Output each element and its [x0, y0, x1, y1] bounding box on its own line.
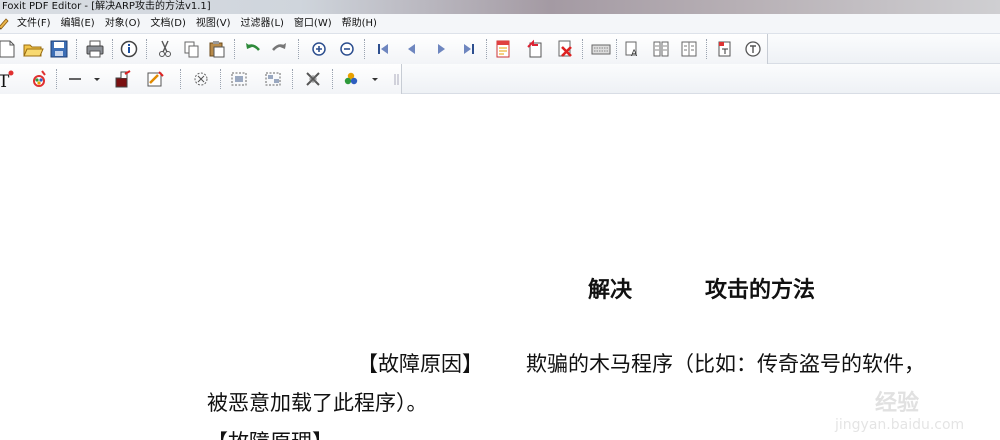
insert-page-icon[interactable] [524, 38, 546, 60]
baidu-jingyan-watermark: 经验 jingyan.baidu.com [835, 385, 1000, 440]
cut-icon[interactable] [154, 38, 176, 60]
more-icon[interactable] [392, 68, 402, 90]
toolbar-separator [112, 39, 113, 59]
paragraph-text: 欺骗的木马程序（比如：传奇盗号的软件， [526, 352, 925, 376]
paragraph-text: 被恶意加载了此程序）。 [207, 391, 428, 415]
menu-object[interactable]: 对象(O) [101, 14, 147, 34]
toolbar-separator [234, 39, 235, 59]
section-label: 【故障原理】 [207, 426, 333, 440]
toolbar-separator [706, 39, 707, 59]
undo-icon[interactable] [242, 38, 264, 60]
color-tool-icon[interactable] [28, 68, 50, 90]
save-icon[interactable] [48, 38, 70, 60]
last-page-icon[interactable] [458, 38, 480, 60]
zoom-out-icon[interactable] [336, 38, 358, 60]
menu-help[interactable]: 帮助(H) [338, 14, 383, 34]
open-folder-icon[interactable] [22, 38, 44, 60]
toolbar-separator [582, 39, 583, 59]
window-title-bar: Foxit PDF Editor - [解决ARP攻击的方法v1.1] [0, 0, 1000, 14]
document-heading-part1: 解决 [588, 278, 633, 303]
zoom-in-icon[interactable] [308, 38, 330, 60]
svg-text:T: T [0, 72, 10, 90]
toolbar-separator [76, 39, 77, 59]
edit-toolbar: T [0, 64, 1000, 94]
menu-edit[interactable]: 编辑(E) [57, 14, 101, 34]
info-icon[interactable] [118, 38, 140, 60]
shape-tool-icon[interactable] [144, 68, 166, 90]
delete-object-icon[interactable] [302, 68, 324, 90]
dropdown-arrow-icon[interactable] [368, 68, 382, 90]
ungroup-objects-icon[interactable] [262, 68, 284, 90]
select-object-icon[interactable] [190, 68, 212, 90]
menu-window[interactable]: 窗口(W) [290, 14, 338, 34]
image-tool-icon[interactable] [112, 68, 134, 90]
columns-icon[interactable] [650, 38, 672, 60]
standard-toolbar: A [0, 34, 1000, 64]
app-icon [0, 17, 9, 30]
keyboard-icon[interactable] [590, 38, 612, 60]
section-label: 【故障原因】 [357, 352, 483, 376]
document-heading-part2: 攻击的方法 [705, 278, 816, 303]
delete-page-icon[interactable] [554, 38, 576, 60]
toolbar-separator [292, 69, 293, 89]
page-properties-icon[interactable] [492, 38, 514, 60]
watermark-brand: 经验 [875, 391, 920, 416]
toolbar-separator [332, 69, 333, 89]
toolbar-separator [180, 69, 181, 89]
toolbar-separator [56, 69, 57, 89]
toolbar-separator [486, 39, 487, 59]
previous-page-icon[interactable] [400, 38, 422, 60]
redo-icon[interactable] [268, 38, 290, 60]
toolbar-separator [298, 39, 299, 59]
colorize-icon[interactable] [340, 68, 362, 90]
next-page-icon[interactable] [430, 38, 452, 60]
first-page-icon[interactable] [372, 38, 394, 60]
line-tool-icon[interactable] [64, 68, 86, 90]
toolbar-separator [616, 39, 617, 59]
svg-text:A: A [631, 49, 638, 59]
group-objects-icon[interactable] [228, 68, 250, 90]
menu-filter[interactable]: 过滤器(L) [237, 14, 290, 34]
watermark-url: jingyan.baidu.com [835, 417, 965, 433]
toolbar-separator [220, 69, 221, 89]
split-icon[interactable] [678, 38, 700, 60]
toolbar-separator [146, 39, 147, 59]
window-title: Foxit PDF Editor - [解决ARP攻击的方法v1.1] [2, 1, 211, 12]
menu-file[interactable]: 文件(F) [13, 14, 57, 34]
toolbar-separator [364, 39, 365, 59]
menu-view[interactable]: 视图(V) [192, 14, 237, 34]
menu-document[interactable]: 文档(D) [146, 14, 192, 34]
page-text-icon[interactable] [714, 38, 736, 60]
dropdown-arrow-icon[interactable] [90, 68, 104, 90]
print-icon[interactable] [84, 38, 106, 60]
text-tool-icon[interactable]: T [0, 68, 18, 90]
new-file-icon[interactable] [0, 38, 18, 60]
copy-icon[interactable] [180, 38, 202, 60]
help-circle-icon[interactable] [742, 38, 764, 60]
paste-icon[interactable] [206, 38, 228, 60]
menu-bar: 文件(F) 编辑(E) 对象(O) 文档(D) 视图(V) 过滤器(L) 窗口(… [0, 14, 1000, 34]
text-fit-icon[interactable]: A [622, 38, 644, 60]
